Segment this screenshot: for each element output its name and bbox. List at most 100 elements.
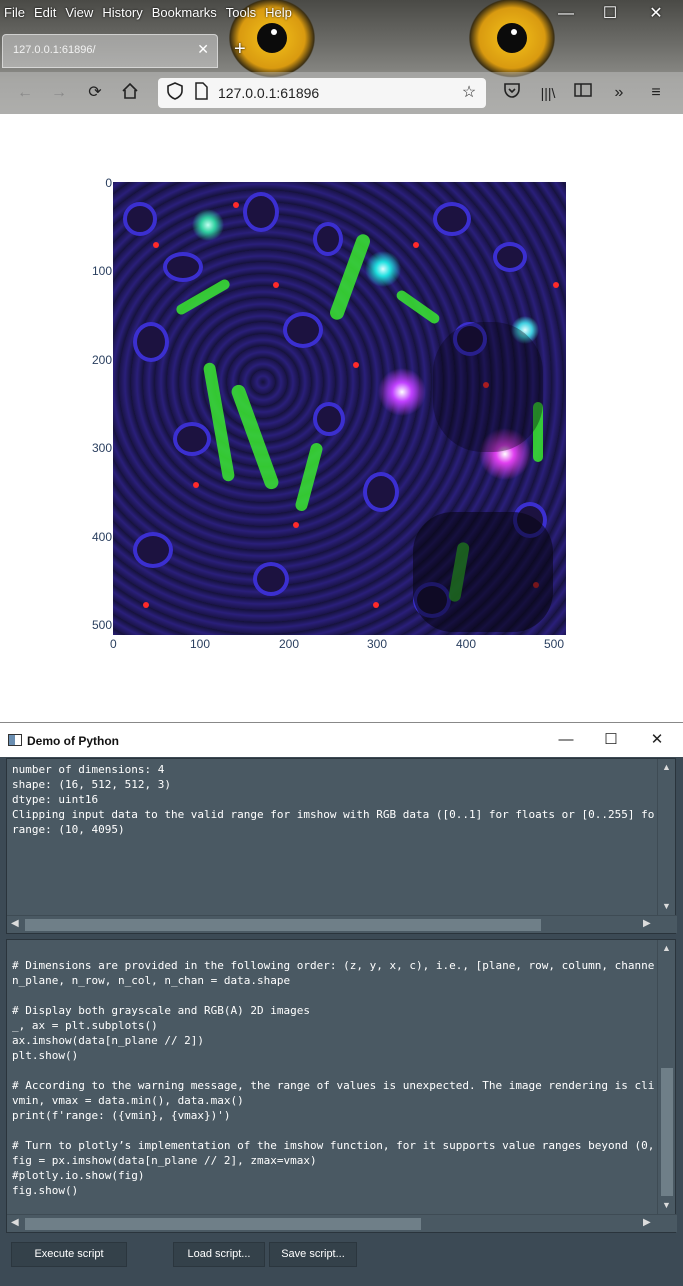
image-green-structure bbox=[202, 361, 236, 483]
navigation-toolbar: ← → ⟳ 127.0.0.1:61896 ☆ |||\ » ≡ bbox=[0, 72, 683, 114]
image-cell-region bbox=[133, 322, 169, 362]
close-button[interactable]: ✕ bbox=[636, 2, 676, 26]
url-text[interactable]: 127.0.0.1:61896 bbox=[218, 85, 319, 101]
script-horizontal-scroll-thumb[interactable] bbox=[25, 1218, 421, 1230]
app-window-icon bbox=[8, 734, 22, 746]
y-tick-label: 400 bbox=[91, 530, 112, 544]
output-horizontal-scroll-thumb[interactable] bbox=[25, 919, 541, 931]
script-vertical-scroll-thumb[interactable] bbox=[661, 1068, 673, 1196]
scroll-up-icon[interactable]: ▲ bbox=[662, 762, 671, 772]
browser-window: File Edit View History Bookmarks Tools H… bbox=[0, 0, 683, 722]
image-red-nucleus bbox=[413, 242, 419, 248]
image-red-nucleus bbox=[233, 202, 239, 208]
script-editor-text[interactable]: # Dimensions are provided in the followi… bbox=[12, 943, 655, 1215]
image-green-structure bbox=[174, 277, 232, 317]
image-red-nucleus bbox=[143, 602, 149, 608]
image-cell-region bbox=[123, 202, 157, 236]
image-cell-region bbox=[493, 242, 527, 272]
output-pane[interactable]: number of dimensions: 4 shape: (16, 512,… bbox=[6, 758, 677, 934]
minimize-button[interactable]: — bbox=[546, 2, 586, 26]
scroll-left-icon[interactable]: ◀ bbox=[11, 1217, 19, 1228]
app-maximize-button[interactable]: ☐ bbox=[601, 731, 621, 751]
image-cell-region bbox=[163, 252, 203, 282]
load-script-button[interactable]: Load script... bbox=[173, 1242, 265, 1267]
scroll-left-icon[interactable]: ◀ bbox=[11, 918, 19, 929]
image-cell-region bbox=[243, 192, 279, 232]
overflow-icon[interactable]: » bbox=[608, 82, 630, 104]
scroll-down-icon[interactable]: ▼ bbox=[662, 1200, 671, 1210]
app-minimize-button[interactable]: — bbox=[556, 731, 576, 751]
image-red-nucleus bbox=[273, 282, 279, 288]
browser-chrome: File Edit View History Bookmarks Tools H… bbox=[0, 0, 683, 114]
x-tick-label: 200 bbox=[279, 637, 300, 651]
image-cell-region bbox=[313, 402, 345, 436]
script-vertical-scrollbar[interactable]: ▲ ▼ bbox=[657, 940, 675, 1214]
new-tab-button[interactable]: + bbox=[234, 38, 246, 61]
image-cell-region bbox=[253, 562, 289, 596]
output-vertical-scrollbar[interactable]: ▲ ▼ bbox=[657, 759, 675, 915]
menu-edit[interactable]: Edit bbox=[34, 5, 56, 20]
script-horizontal-scrollbar[interactable]: ◀ ▶ bbox=[7, 1214, 677, 1232]
menu-tools[interactable]: Tools bbox=[226, 5, 256, 20]
y-tick-label: 0 bbox=[105, 176, 112, 190]
save-script-button[interactable]: Save script... bbox=[269, 1242, 357, 1267]
sidebar-icon[interactable] bbox=[572, 82, 594, 104]
image-green-structure bbox=[394, 288, 442, 326]
output-text[interactable]: number of dimensions: 4 shape: (16, 512,… bbox=[12, 762, 655, 914]
hamburger-menu-icon[interactable]: ≡ bbox=[645, 82, 667, 104]
menu-history[interactable]: History bbox=[102, 5, 142, 20]
menu-bookmarks[interactable]: Bookmarks bbox=[152, 5, 217, 20]
image-cell-region bbox=[313, 222, 343, 256]
library-icon[interactable]: |||\ bbox=[537, 82, 559, 104]
owl-eye-right bbox=[497, 23, 527, 53]
x-tick-label: 300 bbox=[367, 637, 388, 651]
image-cell-region bbox=[283, 312, 323, 348]
pocket-icon[interactable] bbox=[501, 82, 523, 104]
shield-icon[interactable] bbox=[164, 82, 186, 104]
image-dark-region bbox=[413, 512, 553, 632]
owl-eye-left bbox=[257, 23, 287, 53]
image-red-nucleus bbox=[153, 242, 159, 248]
y-tick-label: 300 bbox=[91, 441, 112, 455]
menu-file[interactable]: File bbox=[4, 5, 25, 20]
menu-bar: File Edit View History Bookmarks Tools H… bbox=[0, 0, 301, 24]
microscopy-image[interactable] bbox=[113, 182, 566, 635]
app-title-bar: Demo of Python — ☐ ✕ bbox=[0, 722, 683, 757]
scroll-up-icon[interactable]: ▲ bbox=[662, 943, 671, 953]
x-tick-label: 400 bbox=[456, 637, 477, 651]
image-cell-region bbox=[363, 472, 399, 512]
image-dark-region bbox=[433, 322, 543, 452]
scroll-right-icon[interactable]: ▶ bbox=[643, 918, 651, 929]
x-tick-label: 100 bbox=[190, 637, 211, 651]
y-tick-label: 500 bbox=[91, 618, 112, 632]
plotly-figure: 0 100 200 300 400 500 0 100 200 300 400 … bbox=[0, 114, 683, 722]
output-horizontal-scrollbar[interactable]: ◀ ▶ bbox=[7, 915, 677, 933]
tab-title: 127.0.0.1:61896/ bbox=[13, 44, 96, 56]
python-demo-window: Demo of Python — ☐ ✕ number of dimension… bbox=[0, 722, 683, 1286]
image-green-structure bbox=[294, 441, 324, 513]
star-icon[interactable]: ☆ bbox=[458, 82, 480, 104]
image-cell-region bbox=[173, 422, 211, 456]
script-editor-pane[interactable]: # Dimensions are provided in the followi… bbox=[6, 939, 677, 1233]
x-tick-label: 500 bbox=[544, 637, 565, 651]
image-cell-region bbox=[433, 202, 471, 236]
y-tick-label: 100 bbox=[91, 264, 112, 278]
browser-tab[interactable]: 127.0.0.1:61896/ ✕ bbox=[2, 34, 218, 68]
maximize-button[interactable]: ☐ bbox=[590, 2, 630, 26]
image-red-nucleus bbox=[553, 282, 559, 288]
back-icon[interactable]: ← bbox=[14, 82, 36, 104]
scroll-right-icon[interactable]: ▶ bbox=[643, 1217, 651, 1228]
home-icon[interactable] bbox=[119, 82, 141, 104]
url-bar[interactable]: 127.0.0.1:61896 ☆ bbox=[158, 78, 486, 108]
menu-view[interactable]: View bbox=[65, 5, 93, 20]
tab-close-icon[interactable]: ✕ bbox=[197, 41, 209, 58]
forward-icon[interactable]: → bbox=[48, 82, 70, 104]
app-close-button[interactable]: ✕ bbox=[647, 731, 667, 751]
image-red-nucleus bbox=[353, 362, 359, 368]
image-red-nucleus bbox=[193, 482, 199, 488]
menu-help[interactable]: Help bbox=[265, 5, 292, 20]
reload-icon[interactable]: ⟳ bbox=[84, 82, 106, 104]
y-tick-label: 200 bbox=[91, 353, 112, 367]
scroll-down-icon[interactable]: ▼ bbox=[662, 901, 671, 911]
execute-script-button[interactable]: Execute script bbox=[11, 1242, 127, 1267]
